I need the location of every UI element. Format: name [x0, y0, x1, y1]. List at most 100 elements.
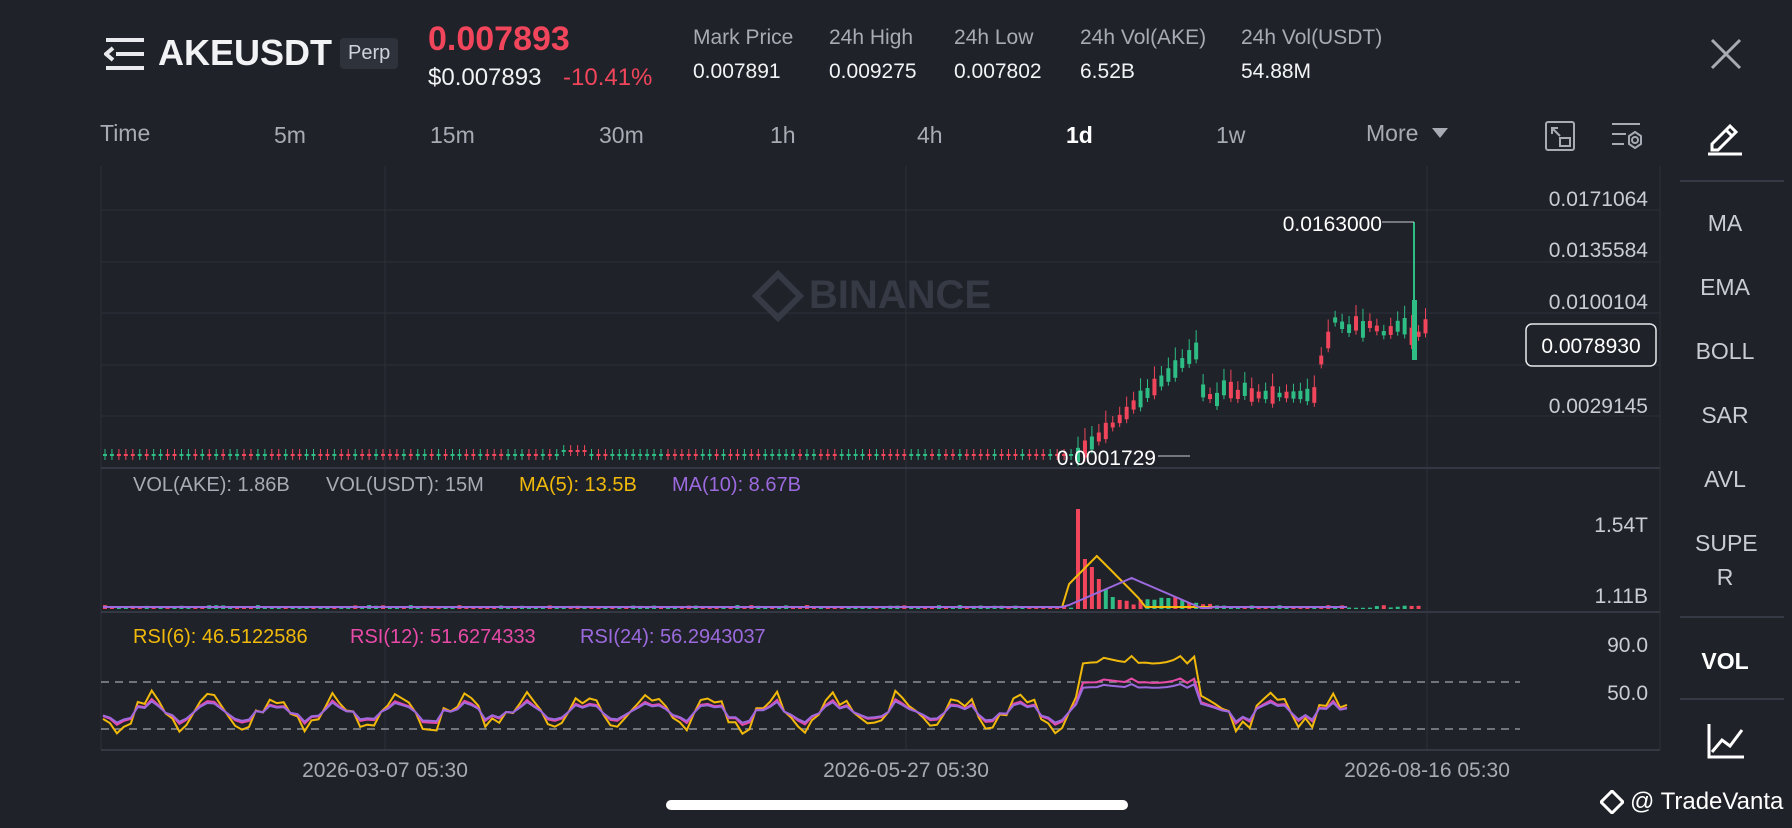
vol-axis-tick: 1.11B	[1595, 585, 1648, 608]
candle-body	[1347, 324, 1352, 333]
candle-body	[909, 454, 914, 456]
candle-body	[1277, 392, 1282, 398]
volume-bar	[1374, 606, 1379, 609]
candle-body	[1395, 320, 1400, 332]
candle-body	[1388, 326, 1393, 335]
candle-body	[255, 454, 260, 456]
candle-body	[436, 454, 441, 456]
volume-bar	[1256, 607, 1261, 609]
candle-body	[1208, 394, 1213, 400]
price-tick: 0.0135584	[1549, 239, 1649, 262]
candle-body	[645, 454, 650, 456]
candle-body	[589, 454, 594, 456]
candle-body	[401, 454, 406, 456]
candle-body	[728, 454, 733, 456]
candle-body	[387, 454, 392, 456]
candle-body	[1291, 391, 1296, 399]
volume-bar	[811, 607, 816, 609]
candle-body	[652, 454, 657, 456]
price-tick: 0.0171064	[1549, 188, 1649, 211]
candle-body	[151, 454, 156, 456]
candle-body	[172, 454, 177, 456]
candle-body	[659, 454, 663, 456]
candle-body	[1027, 454, 1032, 456]
volume-bar	[1096, 579, 1101, 609]
candle-body	[1221, 380, 1226, 396]
candle-body	[804, 454, 809, 456]
candle-body	[1166, 368, 1171, 382]
candle-body	[603, 454, 608, 456]
candle-body	[290, 454, 295, 456]
candle-body	[304, 454, 309, 456]
candle-body	[1412, 300, 1417, 360]
candle-body	[1180, 358, 1185, 368]
candle-body	[228, 454, 233, 456]
candle-body	[1041, 454, 1046, 456]
candle-body	[957, 454, 962, 456]
candle-body	[1194, 342, 1199, 360]
volume-bar	[1381, 605, 1386, 609]
candle-body	[540, 454, 545, 456]
candle-body	[103, 454, 107, 456]
volume-bars	[103, 509, 1421, 609]
candle-body	[672, 454, 677, 456]
chart-area[interactable]: BINANCE 0.0171064 0.0135584 0.0100104 0.…	[0, 0, 1792, 828]
candle-body	[964, 454, 969, 456]
candle-body	[1263, 390, 1268, 400]
volume-bar	[777, 607, 782, 609]
candle-body	[902, 454, 907, 456]
watermark-logo-icon	[751, 269, 805, 323]
candle-body	[1319, 355, 1324, 365]
price-tick: 0.0100104	[1549, 291, 1649, 314]
candle-body	[144, 454, 149, 456]
candle-body	[1312, 387, 1317, 403]
candle-body	[624, 454, 629, 456]
candle-body	[471, 454, 476, 456]
rsi12-legend: RSI(12): 51.6274333	[350, 626, 536, 648]
volume-bar	[1076, 509, 1080, 609]
candle-body	[1242, 382, 1247, 396]
candle-body	[1117, 414, 1122, 424]
candle-body	[1333, 317, 1338, 323]
volume-bar	[1388, 607, 1393, 609]
candle-body	[721, 454, 726, 456]
candle-body	[638, 454, 643, 456]
candle-body	[457, 454, 462, 456]
high-annotation: 0.0163000	[1283, 213, 1382, 236]
candle-body	[109, 454, 114, 456]
candle-body	[1381, 330, 1386, 336]
candle-body	[1110, 422, 1115, 428]
candle-body	[1360, 321, 1365, 338]
candle-body	[1145, 388, 1150, 398]
candle-body	[881, 454, 886, 456]
candle-body	[617, 454, 622, 456]
candle-body	[1159, 375, 1164, 387]
x-tick: 2026-03-07 05:30	[302, 759, 468, 782]
candle-body	[1048, 454, 1053, 456]
candle-body	[1235, 389, 1240, 400]
candle-body	[200, 454, 205, 456]
candle-body	[533, 454, 538, 456]
candle-body	[1013, 454, 1018, 456]
candle-body	[1173, 360, 1178, 378]
candle-body	[1367, 320, 1372, 329]
candle-body	[818, 454, 823, 456]
candle-body	[311, 454, 316, 456]
candle-body	[985, 454, 990, 456]
volume-bar	[1103, 589, 1108, 609]
rsi6-line	[102, 654, 1348, 736]
volume-bar	[1402, 605, 1407, 609]
candle-body	[853, 454, 858, 456]
candle-body	[742, 454, 747, 456]
candle-body	[506, 454, 511, 456]
candle-body	[1103, 422, 1108, 440]
rsi-axis-tick: 90.0	[1607, 634, 1648, 657]
price-tick: 0.0029145	[1549, 395, 1648, 418]
candle-body	[937, 454, 941, 456]
candle-body	[596, 454, 601, 456]
candle-body	[846, 454, 851, 456]
candle-body	[791, 454, 796, 456]
candle-body	[346, 454, 351, 456]
candle-body	[1138, 390, 1143, 408]
candle-body	[262, 454, 267, 456]
